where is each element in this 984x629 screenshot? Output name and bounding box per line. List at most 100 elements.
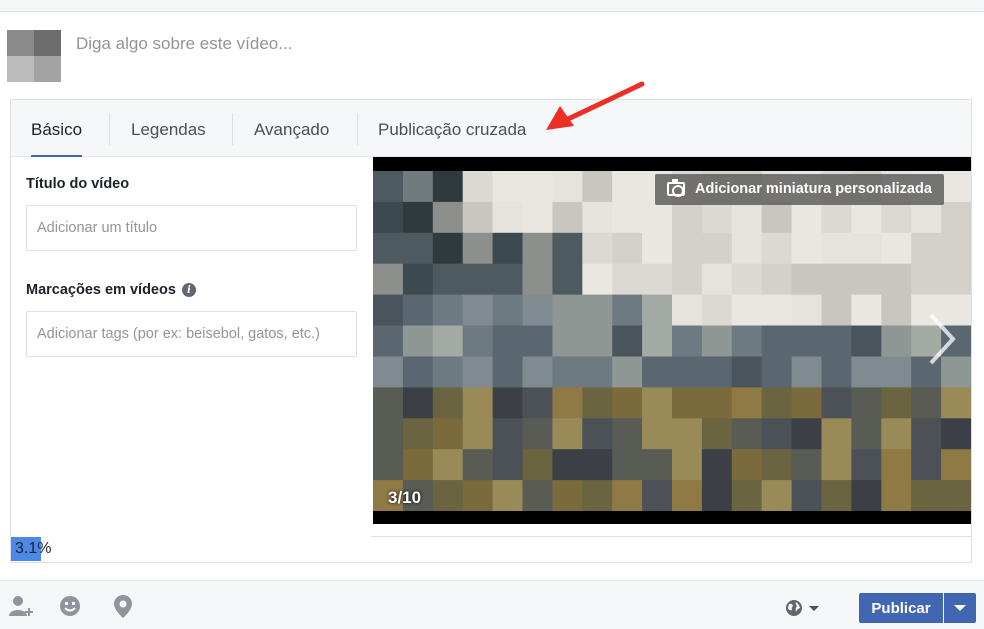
- tab-divider: [232, 113, 233, 145]
- title-input[interactable]: [26, 205, 357, 251]
- mosaic-tile: [851, 263, 882, 296]
- mosaic-tile: [402, 356, 434, 388]
- add-custom-thumbnail-button[interactable]: Adicionar miniatura personalizada: [655, 174, 944, 205]
- mosaic-tile: [432, 294, 464, 327]
- mosaic-tile: [582, 356, 613, 388]
- mosaic-tile: [402, 201, 434, 234]
- mosaic-tile: [851, 201, 882, 234]
- mosaic-tile: [612, 294, 643, 327]
- mosaic-tile: [552, 171, 583, 203]
- mosaic-tile: [941, 480, 971, 511]
- mosaic-tile: [373, 294, 404, 327]
- mosaic-tile: [522, 449, 553, 481]
- mosaic-tile: [701, 201, 733, 234]
- mosaic-tile: [911, 387, 942, 419]
- mosaic-tile: [851, 387, 882, 419]
- location-icon[interactable]: [114, 595, 132, 618]
- publish-button[interactable]: Publicar: [859, 593, 943, 623]
- mosaic-tile: [642, 263, 673, 296]
- chevron-right-icon[interactable]: [925, 309, 959, 369]
- mosaic-tile: [911, 232, 942, 265]
- mosaic-tile: [731, 418, 763, 450]
- mosaic-tile: [941, 171, 971, 203]
- mosaic-tile: [761, 387, 793, 419]
- mosaic-tile: [761, 201, 793, 234]
- privacy-selector[interactable]: [785, 598, 825, 618]
- mosaic-tile: [881, 263, 912, 296]
- upload-progress: 3.1%: [10, 537, 972, 563]
- mosaic-tile: [791, 201, 823, 234]
- mosaic-tile: [582, 294, 613, 327]
- mosaic-tile: [522, 263, 553, 296]
- status-input[interactable]: [76, 32, 676, 56]
- mosaic-tile: [552, 325, 583, 357]
- title-label: Título do vídeo: [26, 176, 129, 192]
- mosaic-tile: [672, 294, 703, 327]
- mosaic-tile: [672, 232, 703, 265]
- mosaic-tile: [642, 418, 673, 450]
- mosaic-tile: [373, 387, 404, 419]
- mosaic-tile: [851, 356, 882, 388]
- mosaic-tile: [881, 294, 912, 327]
- mosaic-tile: [462, 232, 494, 265]
- mosaic-tile: [642, 294, 673, 327]
- mosaic-tile: [642, 232, 673, 265]
- mosaic-tile: [373, 232, 404, 265]
- mosaic-tile: [941, 263, 971, 296]
- mosaic-tile: [552, 418, 583, 450]
- mosaic-tile: [731, 325, 763, 357]
- mosaic-tile: [791, 418, 823, 450]
- mosaic-tile: [791, 480, 823, 511]
- mosaic-tile: [791, 325, 823, 357]
- mosaic-tile: [432, 449, 464, 481]
- mosaic-tile: [672, 325, 703, 357]
- mosaic-tile: [911, 418, 942, 450]
- tab-avancado[interactable]: Avançado: [254, 100, 329, 157]
- mosaic-tile: [522, 387, 553, 419]
- mosaic-tile: [881, 449, 912, 481]
- mosaic-tile: [582, 171, 613, 203]
- mosaic-tile: [522, 294, 553, 327]
- mosaic-tile: [582, 418, 613, 450]
- mosaic-tile: [462, 325, 494, 357]
- mosaic-tile: [582, 263, 613, 296]
- mosaic-tile: [731, 387, 763, 419]
- mosaic-tile: [373, 263, 404, 296]
- chevron-down-icon: [954, 605, 966, 611]
- mosaic-tile: [791, 449, 823, 481]
- mosaic-tile: [522, 171, 553, 203]
- mosaic-tile: [492, 263, 524, 296]
- mosaic-tile: [432, 418, 464, 450]
- mosaic-tile: [851, 232, 882, 265]
- tab-publicacao-cruzada[interactable]: Publicação cruzada: [378, 100, 526, 157]
- mosaic-tile: [402, 232, 434, 265]
- tab-legendas[interactable]: Legendas: [131, 100, 206, 157]
- globe-icon: [786, 600, 802, 616]
- mosaic-tile: [851, 480, 882, 511]
- mosaic-tile: [821, 387, 852, 419]
- mosaic-tile: [761, 449, 793, 481]
- tag-friends-icon[interactable]: [9, 595, 35, 617]
- mosaic-tile: [432, 263, 464, 296]
- publish-options-button[interactable]: [944, 593, 976, 623]
- mosaic-tile: [821, 232, 852, 265]
- info-icon[interactable]: i: [181, 283, 196, 297]
- mosaic-tile: [373, 356, 404, 388]
- tags-input[interactable]: [26, 311, 357, 357]
- tab-basico[interactable]: Básico: [31, 100, 83, 158]
- mosaic-tile: [761, 263, 793, 296]
- mosaic-tile: [432, 325, 464, 357]
- mosaic-tile: [821, 449, 852, 481]
- feeling-icon[interactable]: [59, 595, 81, 617]
- mosaic-tile: [731, 449, 763, 481]
- mosaic-tile: [462, 418, 494, 450]
- mosaic-tile: [462, 480, 494, 511]
- mosaic-tile: [791, 263, 823, 296]
- tab-divider: [357, 113, 358, 145]
- mosaic-tile: [402, 171, 434, 203]
- mosaic-tile: [552, 201, 583, 234]
- mosaic-tile: [462, 356, 494, 388]
- mosaic-tile: [612, 480, 643, 511]
- mosaic-tile: [612, 449, 643, 481]
- mosaic-tile: [492, 325, 524, 357]
